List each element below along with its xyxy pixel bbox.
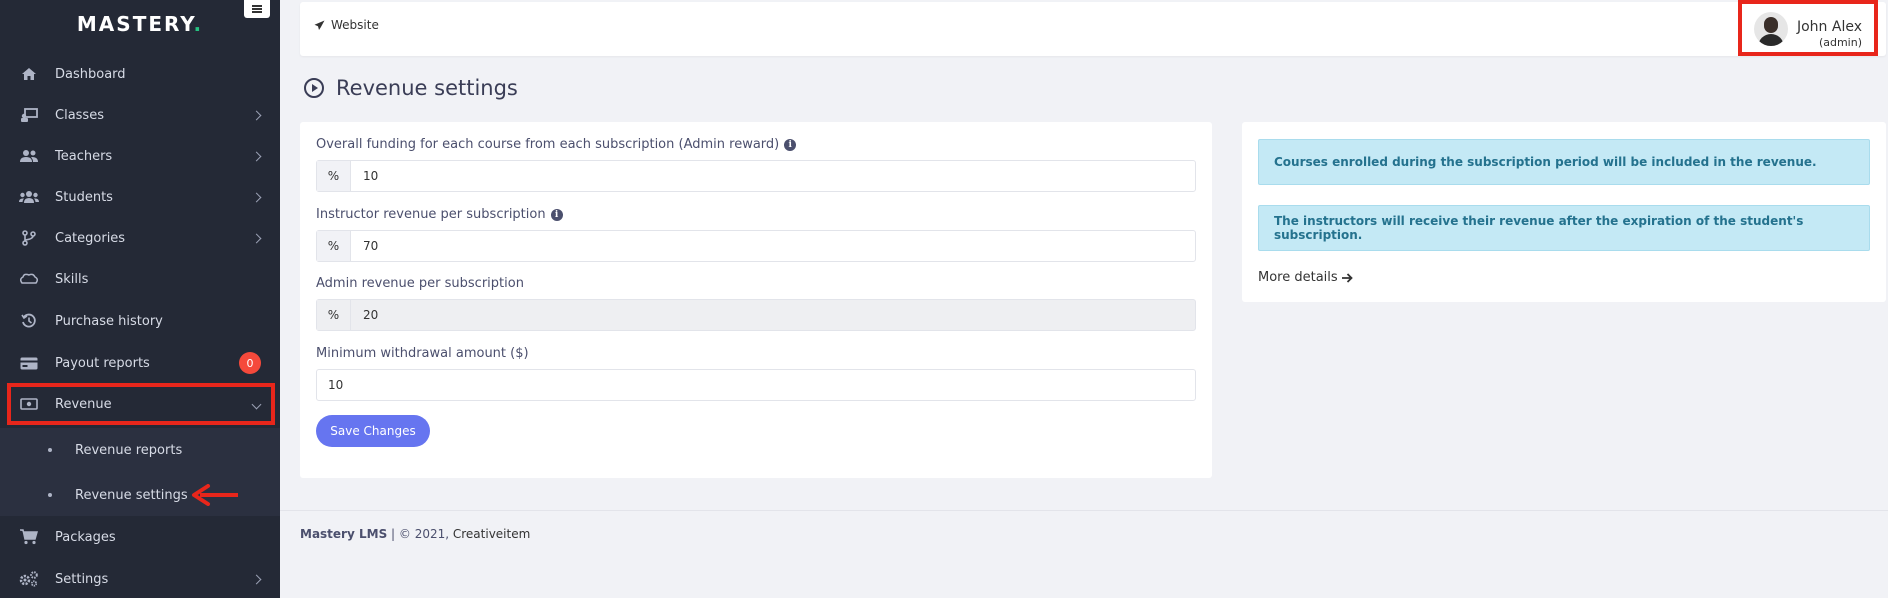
field-label: Minimum withdrawal amount ($) [316, 346, 529, 361]
field-label: Admin revenue per subscription [316, 276, 524, 291]
cogs-icon [19, 569, 39, 589]
payout-count-badge: 0 [239, 352, 261, 374]
footer-brand: Mastery LMS [300, 527, 388, 541]
user-menu[interactable]: John Alex (admin) [1738, 0, 1878, 56]
cart-icon [19, 527, 39, 547]
chevron-right-icon [251, 192, 262, 202]
classes-icon [19, 105, 39, 125]
logo[interactable]: MASTERY. [0, 12, 280, 36]
chevron-right-icon [251, 233, 262, 243]
percent-addon: % [317, 300, 351, 330]
teachers-icon [19, 146, 39, 166]
field-label: Overall funding for each course from eac… [316, 137, 797, 152]
info-icon[interactable]: i [784, 138, 797, 151]
footer-company-link[interactable]: Creativeitem [453, 527, 530, 541]
students-icon [19, 187, 39, 207]
sidebar-item-categories[interactable]: Categories [0, 218, 280, 258]
page-title: Revenue settings [304, 76, 518, 100]
user-name: John Alex [1796, 19, 1862, 35]
home-icon [19, 64, 39, 84]
percent-addon: % [317, 231, 351, 261]
info-icon[interactable]: i [550, 208, 563, 221]
bullet-icon [48, 493, 52, 497]
arrow-circle-right-icon [304, 78, 324, 98]
revenue-info-card: Courses enrolled during the subscription… [1242, 122, 1886, 302]
arrow-right-icon [1341, 272, 1353, 283]
arrow-left-icon [192, 484, 238, 506]
sidebar-item-purchase-history[interactable]: Purchase history [0, 301, 280, 341]
percent-addon: % [317, 161, 351, 191]
sidebar: MASTERY. Dashboard Classes Teachers Stud… [0, 0, 280, 598]
field-label: Instructor revenue per subscription i [316, 207, 563, 222]
sidebar-item-settings[interactable]: Settings [0, 559, 280, 598]
sidebar-item-packages[interactable]: Packages [0, 517, 280, 557]
minimum-withdrawal-input[interactable]: 10 [316, 369, 1196, 401]
revenue-settings-form: Overall funding for each course from eac… [300, 122, 1212, 478]
sidebar-item-students[interactable]: Students [0, 177, 280, 217]
sidebar-item-teachers[interactable]: Teachers [0, 136, 280, 176]
chevron-right-icon [251, 151, 262, 161]
website-link[interactable]: Website [314, 18, 379, 32]
user-role: (admin) [1818, 36, 1862, 49]
sidebar-toggle-button[interactable] [244, 0, 270, 18]
info-alert: The instructors will receive their reven… [1258, 205, 1870, 251]
footer-divider [280, 510, 1888, 511]
avatar [1754, 12, 1788, 46]
chevron-right-icon [251, 574, 262, 584]
admin-reward-input[interactable]: % 10 [316, 160, 1196, 192]
sidebar-item-dashboard[interactable]: Dashboard [0, 54, 280, 94]
categories-icon [19, 228, 39, 248]
save-changes-button[interactable]: Save Changes [316, 415, 430, 447]
revenue-highlight [7, 383, 275, 425]
info-alert: Courses enrolled during the subscription… [1258, 139, 1870, 185]
sidebar-item-classes[interactable]: Classes [0, 95, 280, 135]
sidebar-item-payout-reports[interactable]: Payout reports 0 [0, 343, 280, 383]
instructor-revenue-input[interactable]: % 70 [316, 230, 1196, 262]
footer: Mastery LMS | © 2021, Creativeitem [300, 527, 531, 541]
skills-icon [19, 269, 39, 289]
bullet-icon [48, 448, 52, 452]
admin-revenue-input: % 20 [316, 299, 1196, 331]
sidebar-item-skills[interactable]: Skills [0, 259, 280, 299]
more-details-link[interactable]: More details [1258, 270, 1353, 285]
paper-plane-icon [314, 20, 325, 30]
submenu-item-revenue-reports[interactable]: Revenue reports [0, 435, 280, 465]
chevron-right-icon [251, 110, 262, 120]
history-icon [19, 311, 39, 331]
menu-icon [252, 5, 262, 13]
credit-card-icon [19, 353, 39, 373]
top-bar: Website John Alex (admin) [300, 0, 1886, 56]
